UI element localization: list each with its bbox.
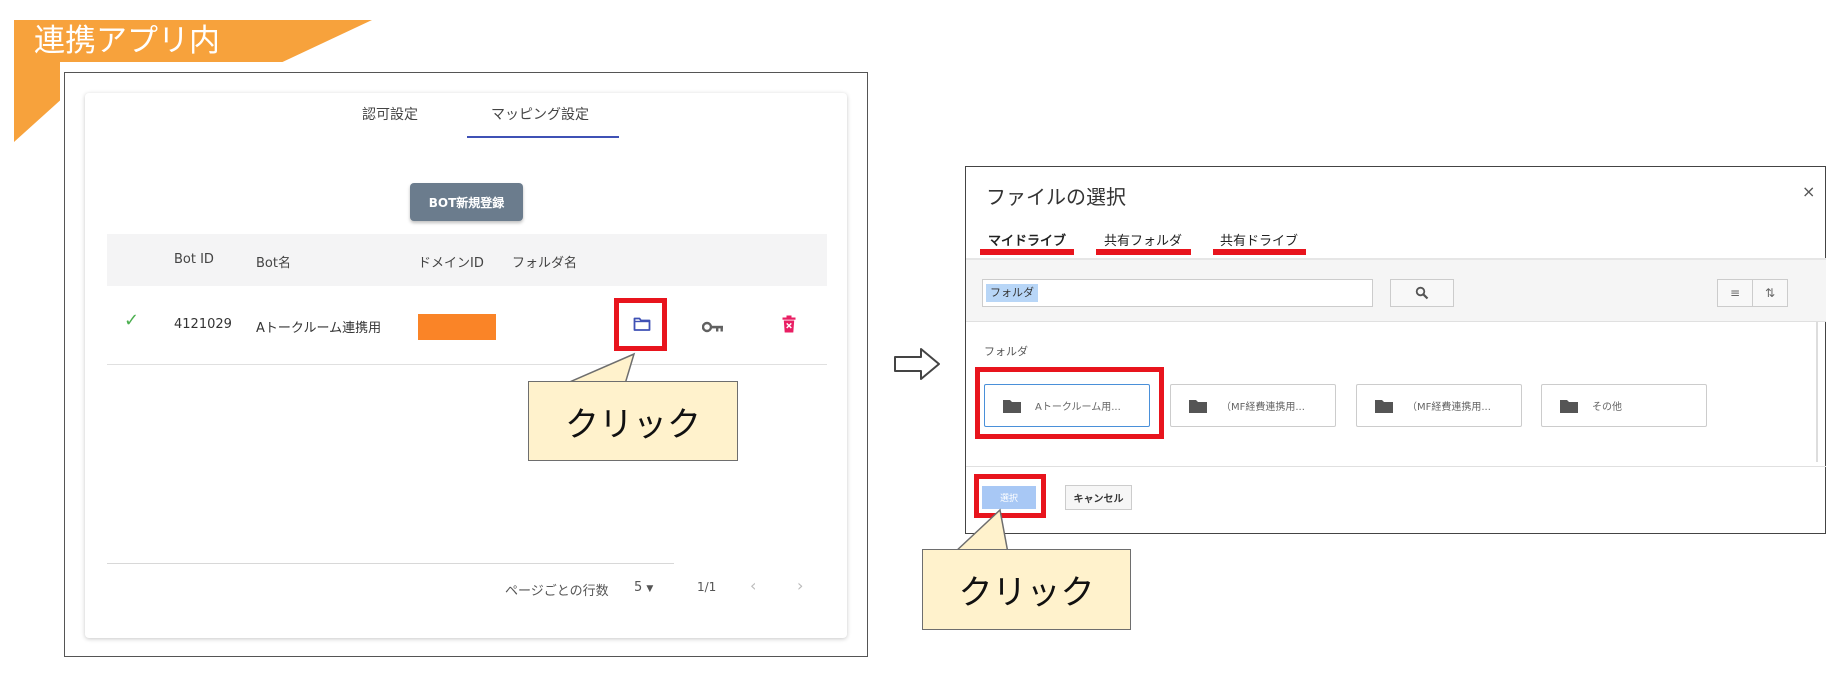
prev-page-icon[interactable]: ‹ xyxy=(750,576,756,595)
folder-chip-highlight-box xyxy=(975,367,1164,439)
click-callout-right: クリック xyxy=(922,549,1131,630)
close-icon[interactable]: × xyxy=(1802,182,1815,201)
rows-per-page-select[interactable]: 5 ▼ xyxy=(634,580,653,595)
dropdown-arrow-icon: ▼ xyxy=(646,584,654,594)
tab-highlight-underline xyxy=(1213,249,1306,255)
tab-shared-folders[interactable]: 共有フォルダ xyxy=(1104,230,1182,249)
banner-text: 連携アプリ内 xyxy=(34,23,220,59)
search-input-value: フォルダ xyxy=(986,284,1038,302)
column-folder-name: フォルダ名 xyxy=(512,256,578,271)
folder-chip[interactable]: （MF経費連携用... xyxy=(1170,384,1336,427)
folder-chip-label: その他 xyxy=(1592,402,1622,413)
column-domain-id: ドメインID xyxy=(418,256,484,271)
tab-mapping[interactable]: マッピング設定 xyxy=(491,104,589,124)
sort-icon[interactable]: ⇅ xyxy=(1752,280,1787,306)
bot-id-cell: 4121029 xyxy=(174,317,232,332)
active-tab-indicator xyxy=(467,136,619,138)
folder-icon xyxy=(1375,399,1393,413)
key-icon[interactable] xyxy=(701,318,724,337)
tab-shared-drive[interactable]: 共有ドライブ xyxy=(1220,230,1298,249)
domain-id-redacted xyxy=(418,314,496,340)
new-bot-button[interactable]: BOT新規登録 xyxy=(410,183,523,221)
footer-divider xyxy=(107,563,674,564)
search-input[interactable] xyxy=(982,279,1373,307)
click-callout-left: クリック xyxy=(528,381,738,461)
scrollbar[interactable] xyxy=(1816,322,1818,462)
folder-chip[interactable]: （MF経費連携用... xyxy=(1356,384,1522,427)
cancel-button[interactable]: キャンセル xyxy=(1065,485,1132,510)
tab-authorization[interactable]: 認可設定 xyxy=(362,104,418,124)
mapping-card xyxy=(85,93,847,638)
folder-chip-label: （MF経費連携用... xyxy=(1221,402,1305,413)
folder-section-label: フォルダ xyxy=(984,345,1028,358)
file-picker-title: ファイルの選択 xyxy=(986,185,1126,209)
tab-my-drive[interactable]: マイドライブ xyxy=(988,230,1066,249)
next-page-icon[interactable]: › xyxy=(797,576,803,595)
tab-highlight-underline xyxy=(980,249,1074,255)
page-info: 1/1 xyxy=(697,580,717,594)
search-icon xyxy=(1415,286,1429,300)
list-view-icon[interactable]: ≡ xyxy=(1718,280,1752,306)
column-bot-id: Bot ID xyxy=(174,252,214,267)
bot-name-cell: Aトークルーム連携用 xyxy=(256,321,382,336)
folder-icon xyxy=(1189,399,1207,413)
column-bot-name: Bot名 xyxy=(256,256,291,271)
footer-divider xyxy=(966,466,1826,467)
folder-chip-label: （MF経費連携用... xyxy=(1407,402,1491,413)
row-divider xyxy=(107,364,827,365)
view-toggle: ≡ ⇅ xyxy=(1717,279,1788,307)
check-icon: ✓ xyxy=(124,310,140,331)
file-picker-frame xyxy=(965,166,1826,534)
folder-chip[interactable]: その他 xyxy=(1541,384,1707,427)
trash-icon[interactable] xyxy=(782,315,796,337)
search-button[interactable] xyxy=(1390,279,1454,307)
rows-per-page-label: ページごとの行数 xyxy=(505,584,609,599)
folder-icon xyxy=(1560,399,1578,413)
tab-highlight-underline xyxy=(1096,249,1191,255)
right-arrow-icon xyxy=(894,348,940,380)
rows-per-page-value: 5 xyxy=(634,580,643,595)
